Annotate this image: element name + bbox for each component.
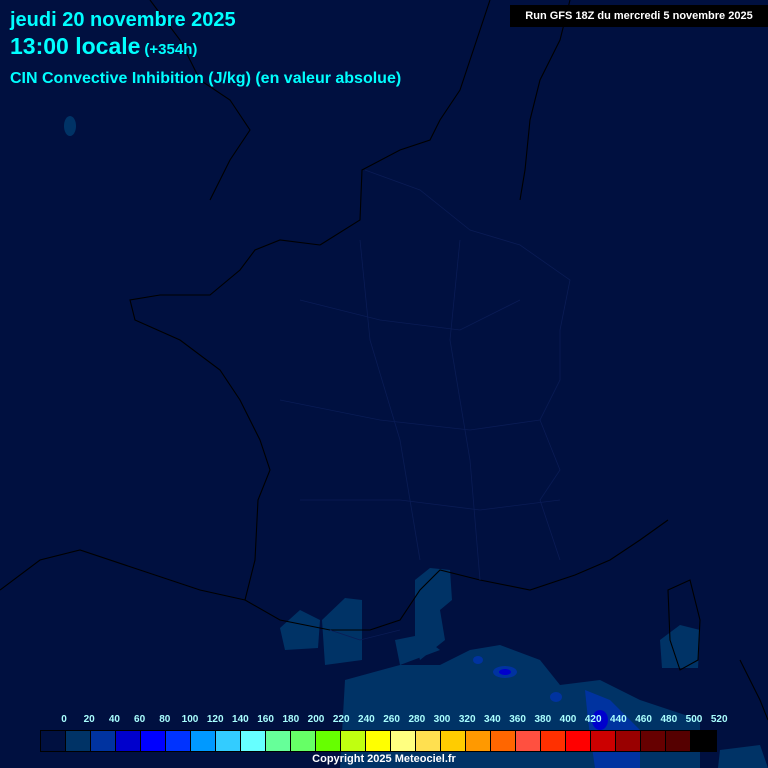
- legend-swatch: [591, 731, 616, 751]
- legend-label: 120: [206, 714, 224, 725]
- legend-label: 80: [159, 714, 171, 725]
- legend-label: 380: [534, 714, 552, 725]
- legend-swatch: [216, 731, 241, 751]
- legend-swatch: [166, 731, 191, 751]
- coastlines: [0, 0, 768, 721]
- legend-label: 460: [635, 714, 652, 725]
- legend-swatch: [191, 731, 216, 751]
- legend-swatch: [616, 731, 641, 751]
- legend-label: 340: [484, 714, 501, 725]
- legend-label: 140: [232, 714, 249, 725]
- legend-swatch: [641, 731, 666, 751]
- legend-swatch: [566, 731, 591, 751]
- legend-swatch: [666, 731, 691, 751]
- cin-0-20-areas: [64, 116, 768, 768]
- legend-label: 180: [282, 714, 300, 725]
- legend-label: 480: [660, 714, 678, 725]
- legend-label: 60: [134, 714, 146, 725]
- legend-swatch: [241, 731, 266, 751]
- legend-swatch: [41, 731, 66, 751]
- legend-swatch: [391, 731, 416, 751]
- legend-swatch: [316, 731, 341, 751]
- legend-label: 100: [181, 714, 199, 725]
- legend-swatch: [141, 731, 166, 751]
- legend-swatch: [116, 731, 141, 751]
- legend-label: 400: [559, 714, 577, 725]
- weather-map-view: jeudi 20 novembre 2025 13:00 locale (+354…: [0, 0, 768, 768]
- legend-label: 500: [685, 714, 703, 725]
- legend-swatch: [416, 731, 441, 751]
- legend-swatch: [516, 731, 541, 751]
- legend-swatch: [66, 731, 91, 751]
- legend-swatch: [441, 731, 466, 751]
- forecast-date: jeudi 20 novembre 2025: [10, 9, 236, 31]
- color-legend: [40, 730, 717, 752]
- legend-label: 300: [433, 714, 451, 725]
- lead-time: (+354h): [144, 41, 198, 58]
- legend-label: 320: [458, 714, 476, 725]
- legend-swatch: [691, 731, 716, 751]
- legend-label: 40: [108, 714, 120, 725]
- copyright: Copyright 2025 Meteociel.fr: [312, 753, 456, 765]
- legend-swatch: [291, 731, 316, 751]
- local-time: 13:00 locale: [10, 33, 141, 59]
- cin-map[interactable]: [0, 0, 768, 768]
- legend-label: 360: [509, 714, 526, 725]
- legend-label: 240: [358, 714, 375, 725]
- legend-swatch: [91, 731, 116, 751]
- legend-label: 220: [332, 714, 350, 725]
- legend-swatch: [341, 731, 366, 751]
- legend-label: 160: [257, 714, 274, 725]
- legend-label: 0: [61, 714, 67, 725]
- legend-label: 260: [383, 714, 400, 725]
- forecast-time: 13:00 locale (+354h): [10, 33, 197, 60]
- legend-swatch: [541, 731, 566, 751]
- parameter-title: CIN Convective Inhibition (J/kg) (en val…: [10, 70, 402, 87]
- legend-label: 20: [83, 714, 95, 725]
- legend-label: 440: [610, 714, 627, 725]
- legend-swatch: [366, 731, 391, 751]
- legend-labels: 0 20 40 60 80 100 120 140 160 180 200 220 240 260 280 3…: [0, 714, 768, 726]
- run-info: Run GFS 18Z du mercredi 5 novembre 2025: [510, 5, 768, 27]
- legend-label: 420: [584, 714, 602, 725]
- legend-swatch: [491, 731, 516, 751]
- legend-swatch: [466, 731, 491, 751]
- legend-label: 200: [307, 714, 325, 725]
- legend-swatch: [266, 731, 291, 751]
- legend-label: 520: [710, 714, 728, 725]
- legend-label: 280: [408, 714, 426, 725]
- borders: [279, 169, 571, 641]
